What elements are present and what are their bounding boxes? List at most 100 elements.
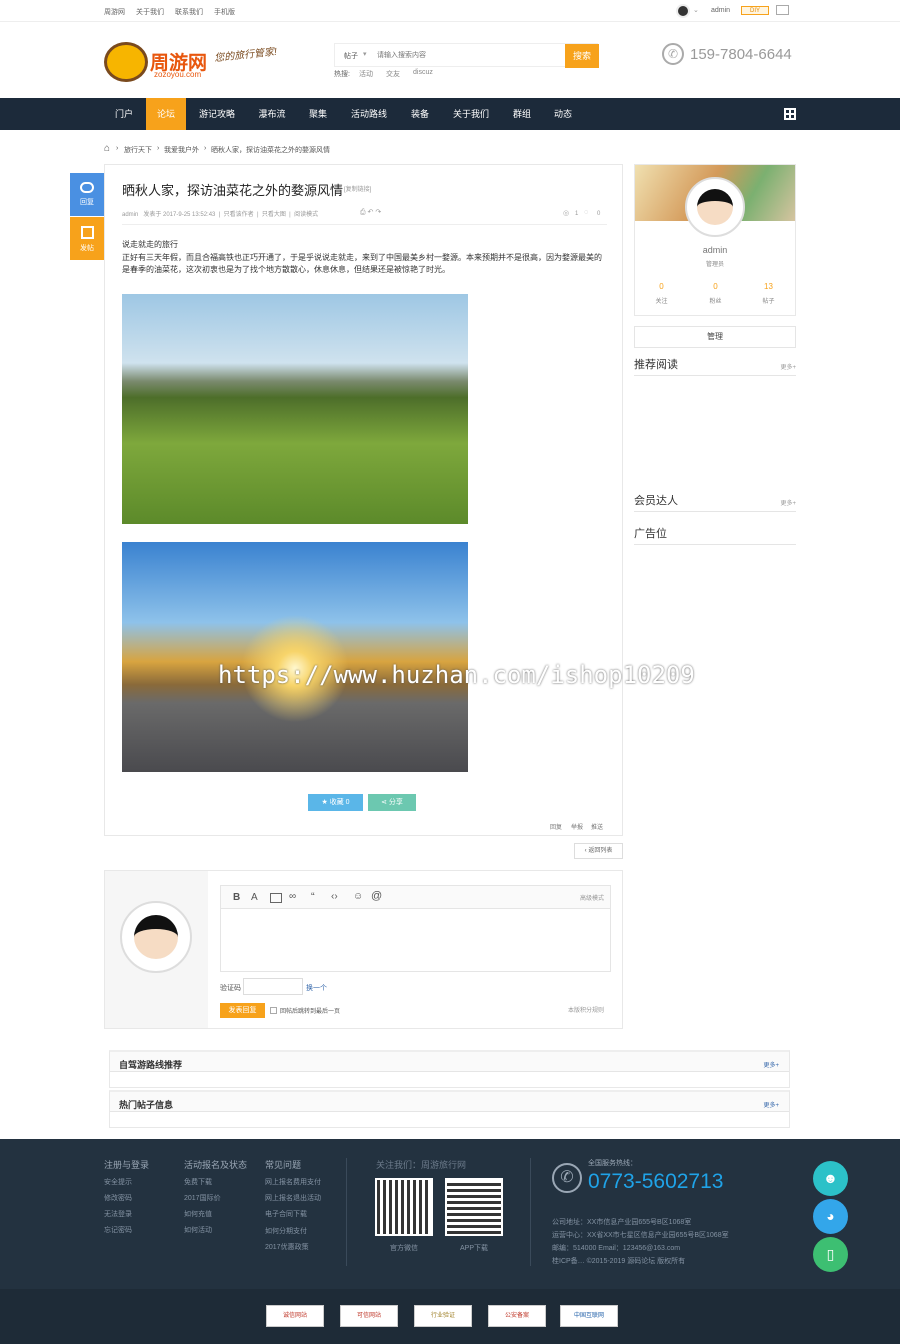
bottom-section-title: 热门帖子信息 <box>119 1100 174 1110</box>
badge-credit[interactable]: 诚信网站 <box>266 1305 324 1327</box>
stat-follow-count[interactable]: 0 <box>635 282 688 291</box>
badge-internet[interactable]: 中国互联网 <box>560 1305 618 1327</box>
post-side-button[interactable]: 发帖 <box>70 217 104 260</box>
back-to-list-button[interactable]: ‹ 返回列表 <box>574 843 623 859</box>
footer-link[interactable]: 修改密码 <box>104 1193 132 1203</box>
reward-rules-link[interactable]: 本版积分规则 <box>568 1005 604 1014</box>
diy-badge[interactable]: DIY <box>741 6 769 15</box>
nav-item-groups[interactable]: 群组 <box>506 98 538 130</box>
search-button[interactable]: 搜索 <box>565 44 599 68</box>
chevron-down-icon[interactable]: ⌄ <box>693 6 699 14</box>
logo[interactable]: 周游网 zozoyou.com 您的旅行管家! <box>104 40 279 84</box>
footer-link[interactable]: 无法登录 <box>104 1209 132 1219</box>
qr-label-app: APP下载 <box>460 1245 489 1252</box>
footer-link[interactable]: 如何充值 <box>184 1209 212 1219</box>
qq-float-button[interactable]: ☻ <box>813 1161 848 1196</box>
hot-link[interactable]: 活动 <box>359 69 373 79</box>
footer-link[interactable]: 网上报名费用支付 <box>265 1177 321 1187</box>
reply-side-button[interactable]: 回复 <box>70 173 104 216</box>
stat-fans-label: 粉丝 <box>709 299 722 305</box>
nav-item-routes[interactable]: 活动路线 <box>344 98 394 130</box>
post-meta[interactable]: admin 发表于 2017-9-25 13:52:43 | 只看该作者 | 只… <box>122 209 318 218</box>
reply-textarea[interactable] <box>220 909 611 972</box>
footer-link[interactable]: 如何活动 <box>184 1225 212 1235</box>
stat-posts-count[interactable]: 13 <box>742 282 795 291</box>
action-push[interactable]: 推送 <box>591 822 603 831</box>
chevron-down-icon[interactable]: ▾ <box>363 50 367 58</box>
more-link[interactable]: 更多+ <box>780 498 796 507</box>
image-icon[interactable] <box>270 893 282 903</box>
captcha-change-link[interactable]: 换一个 <box>306 983 327 993</box>
captcha-input[interactable] <box>243 978 303 995</box>
footer-link[interactable]: 网上报名退出活动 <box>265 1193 321 1203</box>
nav-item-guides[interactable]: 游记攻略 <box>190 98 244 130</box>
badge-industry[interactable]: 行业验证 <box>414 1305 472 1327</box>
hot-link[interactable]: 交友 <box>386 69 400 79</box>
at-icon[interactable]: @ <box>371 890 382 902</box>
avatar[interactable] <box>685 177 745 237</box>
footer-link[interactable]: 如何分期支付 <box>265 1226 307 1236</box>
grid-menu-icon[interactable] <box>784 108 796 120</box>
nav-item-forum[interactable]: 论坛 <box>146 98 186 130</box>
emoji-icon[interactable]: ☺ <box>353 891 363 902</box>
stat-fans-count[interactable]: 0 <box>689 282 742 291</box>
more-link[interactable]: 更多+ <box>780 362 796 371</box>
footer-link[interactable]: 免费下载 <box>184 1177 212 1187</box>
mail-icon[interactable] <box>776 5 789 15</box>
action-reply[interactable]: 回复 <box>550 822 562 831</box>
breadcrumb-item[interactable]: 旅行天下 <box>124 145 152 155</box>
reply-side-label: 回复 <box>80 199 94 206</box>
font-color-icon[interactable]: A <box>251 892 258 903</box>
top-link-home[interactable]: 周游网 <box>104 7 125 17</box>
footer-link[interactable]: 2017国际价 <box>184 1193 221 1203</box>
code-icon[interactable]: ‹› <box>331 891 338 902</box>
more-link[interactable]: 更多+ <box>763 1060 779 1069</box>
main-nav: 门户 论坛 游记攻略 瀑布流 聚集 活动路线 装备 关于我们 群组 动态 <box>0 98 900 130</box>
nav-item-gather[interactable]: 聚集 <box>300 98 336 130</box>
hot-link[interactable]: discuz <box>413 69 433 76</box>
copy-link[interactable]: [复制链接] <box>344 184 371 193</box>
footer-link[interactable]: 电子合同下载 <box>265 1209 307 1219</box>
nav-item-feed[interactable]: 动态 <box>546 98 580 130</box>
footer-link[interactable]: 忘记密码 <box>104 1225 132 1235</box>
sidebar-username[interactable]: admin <box>635 245 795 255</box>
search-type-select[interactable]: 帖子 <box>344 51 358 61</box>
share-button[interactable]: ⋖ 分享 <box>368 794 416 811</box>
manage-button[interactable]: 管理 <box>634 326 796 348</box>
top-link-contact[interactable]: 联系我们 <box>175 7 203 17</box>
bold-icon[interactable]: B <box>233 892 240 903</box>
footer-link[interactable]: 安全提示 <box>104 1177 132 1187</box>
top-link-mobile[interactable]: 手机版 <box>214 7 235 17</box>
sidebar-section-ads: 广告位 <box>634 525 796 545</box>
footer-link[interactable]: 2017优惠政策 <box>265 1242 309 1252</box>
collect-button[interactable]: ★ 收藏 0 <box>308 794 363 811</box>
breadcrumb-item[interactable]: 晒秋人家，探访油菜花之外的婺源风情 <box>211 145 330 155</box>
user-avatar-small[interactable] <box>676 4 690 18</box>
print-icon[interactable]: ⎙ ↶ ↷ <box>360 208 381 217</box>
post-photo-road[interactable] <box>122 542 468 772</box>
advanced-mode-link[interactable]: 高级模式 <box>580 893 604 902</box>
submit-reply-button[interactable]: 发表回复 <box>220 1003 265 1018</box>
jump-checkbox[interactable] <box>270 1007 277 1014</box>
nav-item-portal[interactable]: 门户 <box>106 98 142 130</box>
top-username[interactable]: admin <box>711 7 730 14</box>
badge-trusted[interactable]: 可信网站 <box>340 1305 398 1327</box>
action-report[interactable]: 举报 <box>571 822 583 831</box>
nav-item-waterfall[interactable]: 瀑布流 <box>250 98 294 130</box>
nav-item-gear[interactable]: 装备 <box>404 98 436 130</box>
quote-icon[interactable]: “ <box>311 891 315 903</box>
top-link-about[interactable]: 关于我们 <box>136 7 164 17</box>
breadcrumb-item[interactable]: 我爱我户外 <box>164 145 199 155</box>
more-link[interactable]: 更多+ <box>763 1100 779 1109</box>
stat-follow-label: 关注 <box>655 299 668 305</box>
home-icon[interactable]: ⌂ <box>104 143 110 154</box>
post-photo-field[interactable] <box>122 294 468 524</box>
footer-col-title: 活动报名及状态 <box>184 1160 248 1170</box>
wechat-float-button[interactable]: ◕ <box>813 1199 848 1234</box>
link-icon[interactable]: ∞ <box>289 891 296 902</box>
search-input[interactable] <box>377 47 557 64</box>
edit-icon <box>80 226 94 239</box>
mobile-float-button[interactable]: ▯ <box>813 1237 848 1272</box>
nav-item-about[interactable]: 关于我们 <box>446 98 496 130</box>
badge-police[interactable]: 公安备案 <box>488 1305 546 1327</box>
